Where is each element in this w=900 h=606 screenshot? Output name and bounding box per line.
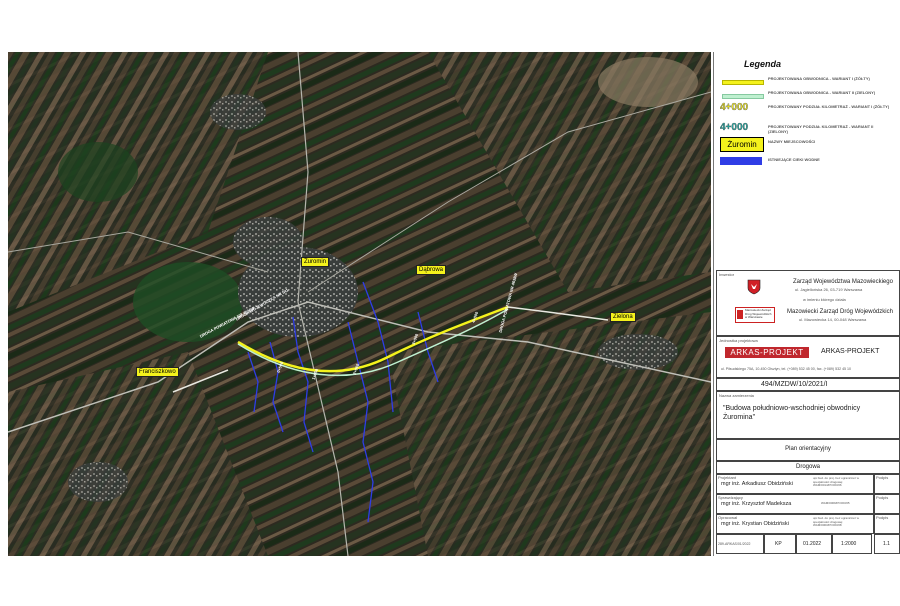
- person-name: mgr inż. Krystian Obidziński: [721, 521, 789, 527]
- project-label: Nazwa zamierzenia: [719, 393, 754, 398]
- green-line-swatch: [722, 94, 764, 99]
- person-license: upr.bud. do proj. bez ograniczeń w specj…: [813, 516, 859, 528]
- project-name-box: Nazwa zamierzenia "Budowa południowo-wsc…: [716, 391, 900, 439]
- drawing-title-box: Plan orientacyjny: [716, 439, 900, 461]
- mzdw-logo: Mazowiecki Zarząd Dróg Wojewódzkich w Wa…: [735, 307, 775, 323]
- investor-name: Zarząd Województwa Mazowieckiego: [793, 279, 893, 285]
- map-canvas: [8, 52, 711, 556]
- legend-title: Legenda: [744, 59, 782, 69]
- type-code: KP: [775, 541, 782, 547]
- place-label-zuromin: Żuromin: [301, 257, 330, 267]
- contract-number-box: 494/MZDW/10/2021/I: [716, 378, 900, 391]
- legend-item-km-variant-1: 4+000 PROJEKTOWANY PODZIAŁ KILOMETRAŻ - …: [718, 102, 898, 122]
- legend-item-label: PROJEKTOWANA OBWODNICA - WARIANT I (ŻÓŁT…: [768, 76, 870, 81]
- investor-address: ul. Jagiellońska 26, 03-719 Warszawa: [795, 287, 863, 292]
- contract-number: 494/MZDW/10/2021/I: [761, 381, 828, 388]
- designer-box: Jednostka projektowa ARKAS-PROJEKT ARKAS…: [716, 336, 900, 378]
- scale-cell: 1:2000: [832, 534, 872, 554]
- investor-label: Inwestor: [719, 272, 735, 277]
- date-cell: 01.2022: [796, 534, 832, 554]
- signature-cell: Podpis: [874, 474, 900, 494]
- person-license: WAM/0009/POOD/05: [821, 501, 850, 505]
- place-label-franciszkowo: Franciszkowo: [136, 367, 179, 377]
- place-name-swatch: Żuromin: [720, 137, 764, 152]
- doc-number-cell: 289-ARKAS/01/2022: [716, 534, 764, 554]
- company-address: ul. Piłsudskiego 75A, 10-450 Olsztyn, te…: [721, 367, 852, 371]
- person-license: upr.bud. do proj. bez ograniczeń w specj…: [813, 476, 859, 488]
- checker-person-row: Sprawdzający mgr inż. Krzysztof Madeksza…: [716, 494, 874, 514]
- legend-panel: Legenda PROJEKTOWANA OBWODNICA - WARIANT…: [713, 52, 900, 556]
- project-name: "Budowa południowo-wschodniej obwodnicy …: [723, 405, 861, 421]
- signature-cell: Podpis: [874, 494, 900, 514]
- branch-name: Drogowa: [795, 464, 820, 470]
- person-name: mgr inż. Arkadiusz Obidziński: [721, 481, 793, 487]
- legend-item-label: PROJEKTOWANY PODZIAŁ KILOMETRAŻ - WARIAN…: [768, 104, 890, 109]
- designer-label: Jednostka projektowa: [719, 338, 758, 343]
- author-person-row: Opracował mgr inż. Krystian Obidziński u…: [716, 514, 874, 534]
- legend-item-water: ISTNIEJĄCE CIEKI WODNE: [718, 155, 898, 171]
- km-marker-swatch: 4+000: [720, 122, 749, 133]
- sheet-number: 1.1: [883, 541, 890, 547]
- on-behalf-text: w imieniu którego działa: [803, 297, 846, 302]
- investor-box: Inwestor Zarząd Województwa Mazowieckieg…: [716, 270, 900, 336]
- legend-item-place-names: Żuromin NAZWY MIEJSCOWOŚCI: [718, 137, 898, 153]
- legend-item-label: NAZWY MIEJSCOWOŚCI: [768, 139, 816, 144]
- km-marker-swatch: 4+000: [720, 102, 749, 113]
- place-label-zielona: Zielona: [610, 312, 636, 322]
- designer-person-row: Projektant mgr inż. Arkadiusz Obidziński…: [716, 474, 874, 494]
- doc-number: 289-ARKAS/01/2022: [718, 542, 751, 546]
- mazovia-coat-of-arms-icon: [747, 279, 761, 295]
- satellite-map[interactable]: Żuromin Dąbrowa Zielona Franciszkowo DRO…: [8, 52, 711, 556]
- yellow-line-swatch: [722, 80, 764, 85]
- place-label-dabrowa: Dąbrowa: [416, 265, 447, 275]
- scale-value: 1:2000: [841, 541, 857, 547]
- legend-item-label: ISTNIEJĄCE CIEKI WODNE: [768, 157, 820, 162]
- date-value: 01.2022: [803, 541, 822, 547]
- legend-item-label: PROJEKTOWANY PODZIAŁ KILOMETRAŻ - WARIAN…: [768, 124, 874, 134]
- sheet-cell: 1.1: [874, 534, 900, 554]
- signature-cell: Podpis: [874, 514, 900, 534]
- type-cell: KP: [764, 534, 796, 554]
- mzdw-address: ul. Mazowiecka 14, 00-048 Warszawa: [799, 317, 867, 322]
- drawing-title: Plan orientacyjny: [785, 446, 831, 452]
- company-name: ARKAS-PROJEKT: [821, 348, 880, 355]
- arkas-logo: ARKAS-PROJEKT: [725, 347, 809, 358]
- water-swatch: [720, 157, 762, 165]
- branch-box: Drogowa: [716, 461, 900, 474]
- mzdw-name: Mazowiecki Zarząd Dróg Wojewódzkich: [787, 309, 893, 315]
- person-name: mgr inż. Krzysztof Madeksza: [721, 501, 792, 507]
- legend-item-label: PROJEKTOWANA OBWODNICA - WARIANT II (ZIE…: [768, 90, 876, 95]
